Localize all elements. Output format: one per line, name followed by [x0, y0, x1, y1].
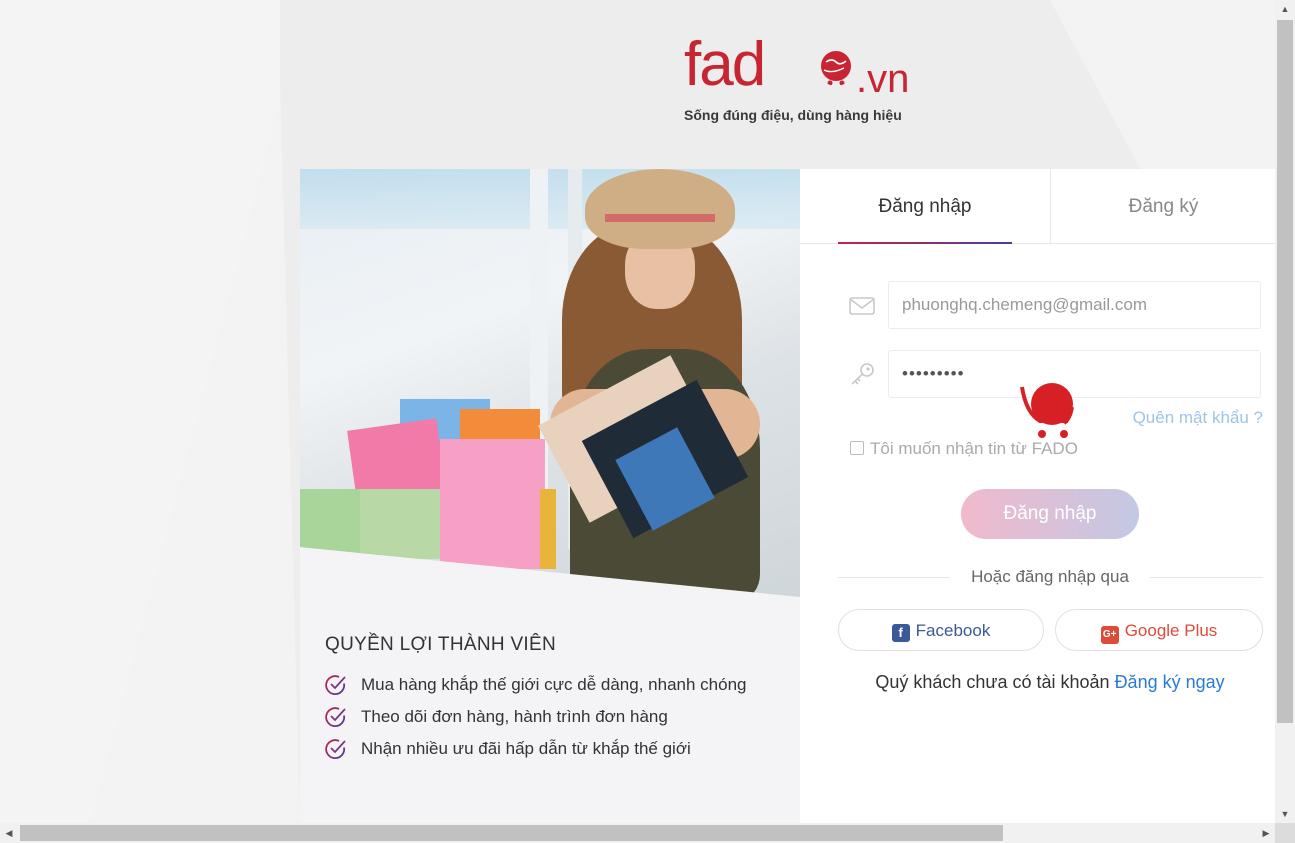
- google-plus-login-button[interactable]: G+ Google Plus: [1055, 609, 1263, 651]
- newsletter-label: Tôi muốn nhận tin từ FADO: [870, 439, 1078, 458]
- envelope-icon: [849, 297, 875, 315]
- vertical-scroll-thumb[interactable]: [1277, 20, 1293, 723]
- vertical-scrollbar[interactable]: ▲ ▼: [1275, 0, 1295, 823]
- check-circle-icon: [325, 675, 346, 695]
- login-button[interactable]: Đăng nhập: [961, 489, 1139, 539]
- benefit-item: Theo dõi đơn hàng, hành trình đơn hàng: [325, 704, 765, 730]
- scroll-right-arrow-icon[interactable]: ▶: [1257, 823, 1275, 843]
- key-icon: [851, 363, 874, 385]
- facebook-icon: f: [891, 624, 910, 642]
- scrollbar-corner: [1275, 823, 1295, 843]
- signup-prompt: Quý khách chưa có tài khoản Đăng ký ngay: [800, 672, 1295, 693]
- tab-register[interactable]: Đăng ký: [1050, 169, 1276, 243]
- benefit-text: Nhận nhiều ưu đãi hấp dẫn từ khắp thế gi…: [361, 739, 691, 758]
- facebook-login-button[interactable]: f Facebook: [838, 609, 1044, 651]
- signup-now-link[interactable]: Đăng ký ngay: [1115, 672, 1225, 692]
- benefits-title: QUYỀN LỢI THÀNH VIÊN: [325, 634, 556, 655]
- scroll-left-arrow-icon[interactable]: ◀: [0, 823, 18, 843]
- newsletter-checkbox[interactable]: [850, 441, 864, 455]
- scroll-down-arrow-icon[interactable]: ▼: [1275, 805, 1295, 823]
- email-field[interactable]: [888, 281, 1261, 329]
- scroll-up-arrow-icon[interactable]: ▲: [1275, 0, 1295, 18]
- benefits-list: QUYỀN LỢI THÀNH VIÊN Mua hàng khắp thế g…: [325, 634, 765, 768]
- newsletter-opt-in[interactable]: Tôi muốn nhận tin từ FADO: [850, 439, 1078, 459]
- or-login-via-label: Hoặc đăng nhập qua: [950, 567, 1150, 587]
- logo-wordmark: fad: [684, 30, 766, 99]
- signup-prompt-text: Quý khách chưa có tài khoản: [875, 672, 1110, 692]
- email-row: [838, 281, 1263, 331]
- logo-tagline: Sống đúng điệu, dùng hàng hiệu: [684, 107, 902, 123]
- fado-cart-icon: [1020, 383, 1074, 438]
- logo-domain: .vn: [856, 57, 910, 101]
- google-plus-icon: G+: [1100, 626, 1119, 644]
- benefit-item: Mua hàng khắp thế giới cực dễ dàng, nhan…: [325, 672, 765, 698]
- check-circle-icon: [325, 739, 346, 759]
- benefit-item: Nhận nhiều ưu đãi hấp dẫn từ khắp thế gi…: [325, 736, 765, 762]
- active-tab-indicator: [838, 242, 1012, 244]
- benefit-text: Theo dõi đơn hàng, hành trình đơn hàng: [361, 707, 668, 726]
- background-left: [0, 0, 300, 823]
- globe-cart-icon: [821, 51, 851, 86]
- shopping-woman-photo: [300, 169, 800, 597]
- login-card: Đăng nhập Đăng ký Quên mật khẩu ? Tôi mu…: [800, 169, 1275, 823]
- fado-logo[interactable]: fad .vn Sống đúng điệu, dùng hàng hiệu: [684, 30, 924, 130]
- auth-tabs: Đăng nhập Đăng ký: [800, 169, 1275, 244]
- facebook-label: Facebook: [915, 621, 991, 640]
- horizontal-scroll-thumb[interactable]: [20, 825, 1003, 841]
- horizontal-scrollbar[interactable]: ◀ ▶: [0, 823, 1275, 843]
- google-plus-label: Google Plus: [1124, 621, 1218, 640]
- benefit-text: Mua hàng khắp thế giới cực dễ dàng, nhan…: [361, 675, 747, 694]
- check-circle-icon: [325, 707, 346, 727]
- member-benefits-card: QUYỀN LỢI THÀNH VIÊN Mua hàng khắp thế g…: [300, 169, 800, 823]
- tab-login[interactable]: Đăng nhập: [838, 169, 1012, 244]
- tab-register-label: Đăng ký: [1128, 196, 1199, 217]
- forgot-password-link[interactable]: Quên mật khẩu ?: [1133, 408, 1263, 428]
- tab-login-label: Đăng nhập: [878, 196, 972, 217]
